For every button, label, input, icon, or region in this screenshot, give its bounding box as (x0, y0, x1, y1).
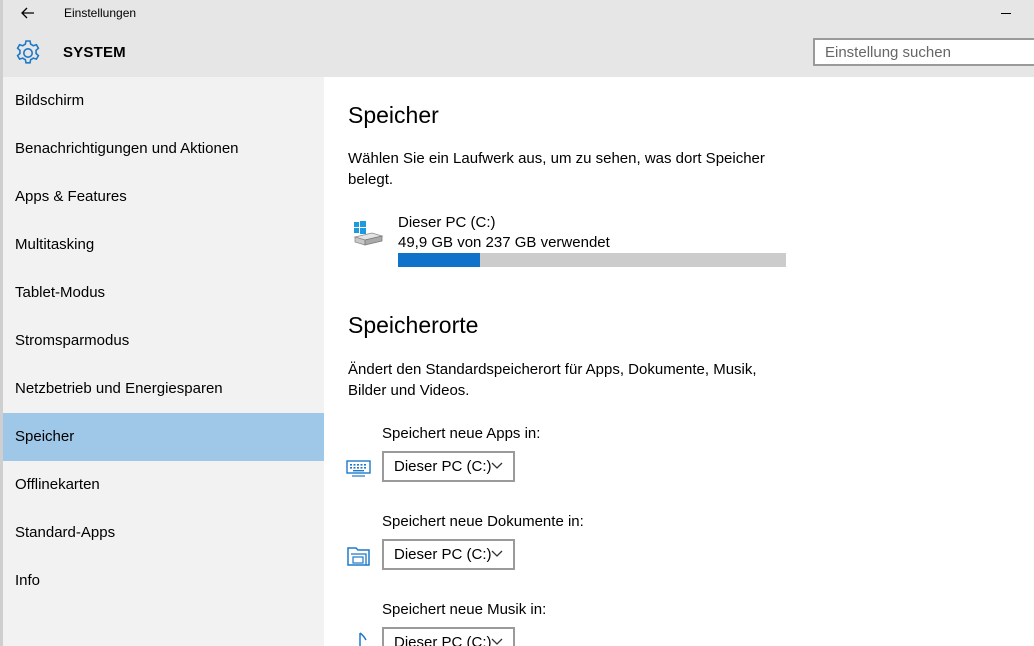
back-arrow-icon (21, 7, 34, 19)
documents-icon (347, 547, 370, 566)
drive-usage-text: 49,9 GB von 237 GB verwendet (398, 234, 610, 251)
music-location-value: Dieser PC (C:) (394, 634, 492, 646)
sidebar-item-netzbetrieb[interactable]: Netzbetrieb und Energiesparen (3, 365, 324, 413)
music-location-label: Speichert neue Musik in: (382, 601, 547, 618)
documents-location-label: Speichert neue Dokumente in: (382, 513, 584, 530)
storage-description: Wählen Sie ein Laufwerk aus, um zu sehen… (348, 150, 765, 188)
music-location-dropdown[interactable]: Dieser PC (C:) (382, 627, 515, 646)
gear-icon (16, 40, 40, 64)
minimize-button[interactable] (993, 2, 1019, 24)
section-title: SYSTEM (63, 44, 126, 61)
documents-location-dropdown[interactable]: Dieser PC (C:) (382, 539, 515, 570)
settings-search-input[interactable] (813, 38, 1034, 66)
back-button[interactable] (15, 2, 41, 24)
sidebar-item-stromsparmodus[interactable]: Stromsparmodus (3, 317, 324, 365)
storage-heading: Speicher (348, 102, 439, 128)
locations-heading: Speicherorte (348, 312, 479, 338)
sidebar-item-speicher[interactable]: Speicher (3, 413, 324, 461)
sidebar-item-info[interactable]: Info (3, 557, 324, 605)
sidebar-item-benachrichtigungen[interactable]: Benachrichtigungen und Aktionen (3, 125, 324, 173)
apps-icon (346, 460, 371, 477)
main-content: Speicher Wählen Sie ein Laufwerk aus, um… (324, 77, 1034, 646)
sidebar-item-multitasking[interactable]: Multitasking (3, 221, 324, 269)
documents-location-value: Dieser PC (C:) (394, 546, 492, 563)
sidebar-item-standard-apps[interactable]: Standard-Apps (3, 509, 324, 557)
drive-icon (353, 221, 384, 246)
chevron-down-icon (491, 462, 503, 469)
minimize-icon (1001, 12, 1011, 14)
sidebar-item-bildschirm[interactable]: Bildschirm (3, 77, 324, 125)
drive-usage-bar-fill (398, 253, 480, 267)
settings-header: SYSTEM (3, 27, 1034, 77)
sidebar-item-tablet-modus[interactable]: Tablet-Modus (3, 269, 324, 317)
apps-location-value: Dieser PC (C:) (394, 458, 492, 475)
apps-location-dropdown[interactable]: Dieser PC (C:) (382, 451, 515, 482)
drive-name: Dieser PC (C:) (398, 214, 496, 231)
drive-usage-bar (398, 253, 786, 267)
sidebar-item-apps-features[interactable]: Apps & Features (3, 173, 324, 221)
locations-description: Ändert den Standardspeicherort für Apps,… (348, 361, 757, 399)
chevron-down-icon (491, 638, 503, 645)
apps-location-label: Speichert neue Apps in: (382, 425, 541, 442)
sidebar: Bildschirm Benachrichtigungen und Aktion… (3, 77, 324, 646)
chevron-down-icon (491, 550, 503, 557)
sidebar-item-offlinekarten[interactable]: Offlinekarten (3, 461, 324, 509)
music-icon (359, 632, 367, 646)
title-bar: Einstellungen (3, 0, 1034, 27)
drive-c-entry[interactable]: Dieser PC (C:) 49,9 GB von 237 GB verwen… (348, 213, 788, 273)
app-title: Einstellungen (64, 6, 137, 20)
